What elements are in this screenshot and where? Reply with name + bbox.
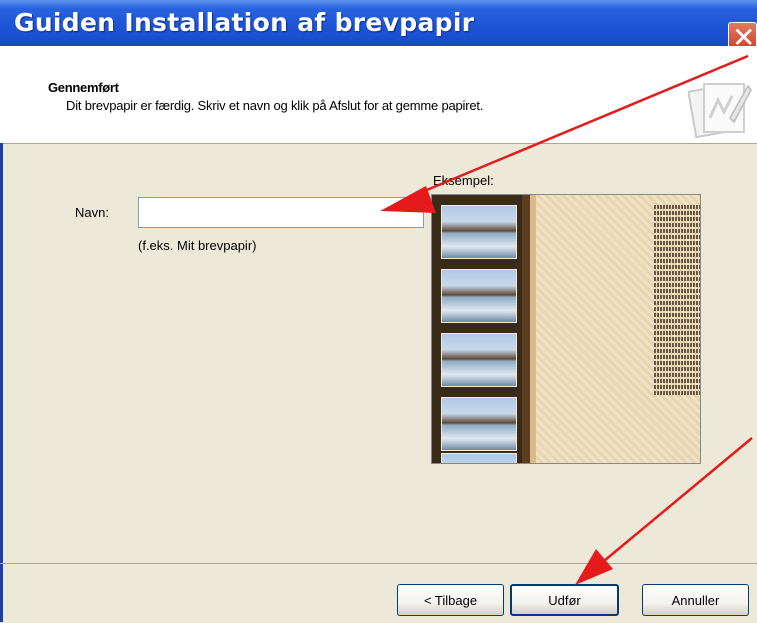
name-label: Navn: <box>75 205 109 220</box>
preview-border-dark <box>522 195 530 463</box>
title-bar[interactable]: Guiden Installation af brevpapir ✕ <box>0 0 757 54</box>
preview-photo <box>441 269 517 323</box>
name-hint: (f.eks. Mit brevpapir) <box>138 238 257 253</box>
wizard-header: Gennemført Dit brevpapir er færdig. Skri… <box>0 46 757 144</box>
page-title: Gennemført <box>48 80 119 95</box>
window-title: Guiden Installation af brevpapir <box>14 8 475 37</box>
finish-button[interactable]: Udfør <box>510 584 619 616</box>
preview-paper <box>536 195 700 463</box>
cancel-button[interactable]: Annuller <box>642 584 749 616</box>
preview-photo-strip <box>432 195 522 463</box>
preview-photo <box>441 453 517 463</box>
example-label: Eksempel: <box>433 173 494 188</box>
preview-sample-text <box>654 205 700 397</box>
name-input[interactable] <box>138 197 424 228</box>
preview-photo <box>441 397 517 451</box>
stationery-wizard-icon <box>688 83 752 139</box>
stationery-preview <box>431 194 701 464</box>
page-subtitle: Dit brevpapir er færdig. Skriv et navn o… <box>66 98 484 113</box>
back-button[interactable]: < Tilbage <box>397 584 504 616</box>
preview-photo <box>441 333 517 387</box>
preview-photo <box>441 205 517 259</box>
window-left-border <box>0 143 3 622</box>
